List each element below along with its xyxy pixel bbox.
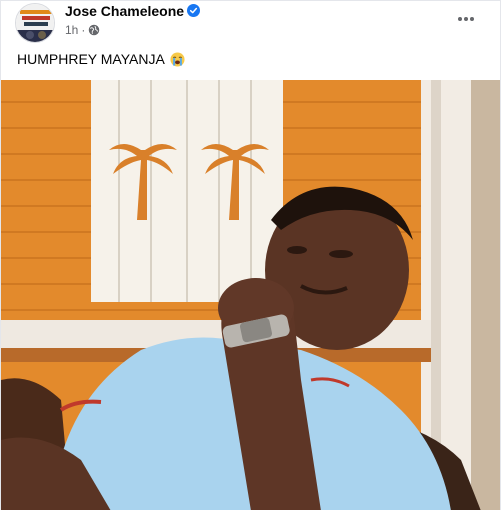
post-meta: 1h ·	[65, 23, 100, 37]
post-photo[interactable]	[1, 80, 500, 510]
more-horizontal-icon	[458, 17, 474, 21]
post-caption: HUMPHREY MAYANJA	[17, 51, 185, 67]
loudly-crying-face-icon	[170, 51, 185, 67]
post-header: Jose Chameleone 1h ·	[1, 1, 500, 45]
more-options-button[interactable]	[452, 9, 480, 29]
globe-icon[interactable]	[88, 24, 100, 36]
avatar-image	[16, 4, 54, 42]
author-name[interactable]: Jose Chameleone	[65, 3, 184, 19]
post-time[interactable]: 1h	[65, 23, 78, 37]
author-avatar[interactable]	[15, 3, 55, 43]
meta-separator: ·	[81, 23, 86, 37]
photo-image	[1, 80, 500, 510]
post-card: Jose Chameleone 1h · HUMPHREY MAYANJA	[0, 0, 501, 510]
verified-badge-icon	[187, 4, 200, 17]
caption-text: HUMPHREY MAYANJA	[17, 51, 165, 67]
